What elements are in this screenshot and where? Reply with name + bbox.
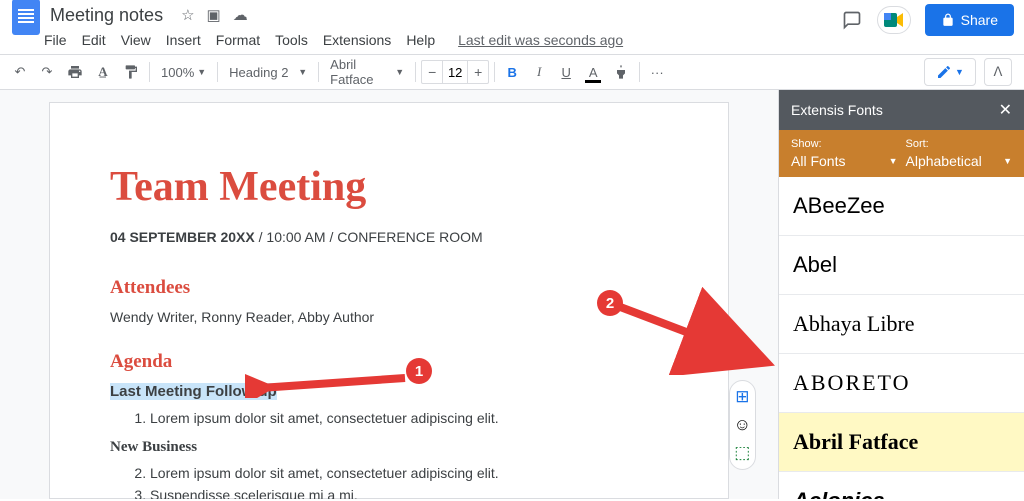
font-select[interactable]: Abril Fatface▼ [324,55,410,89]
suggest-icon[interactable]: ⬚ [734,443,750,463]
page-title: Team Meeting [110,163,668,211]
subheading-newbusiness: New Business [110,439,668,456]
menu-edit[interactable]: Edit [82,32,106,48]
fontsize-input[interactable] [442,61,468,83]
extensis-sidebar: Extensis Fonts ✕ Show: All Fonts▼ Sort: … [778,90,1024,499]
sort-filter[interactable]: Sort: Alphabetical▼ [906,138,1013,169]
show-filter[interactable]: Show: All Fonts▼ [791,138,898,169]
highlight-button[interactable] [608,59,634,85]
document-page[interactable]: Team Meeting 04 SEPTEMBER 20XX / 10:00 A… [49,102,729,499]
print-button[interactable] [62,59,88,85]
page-subtitle: 04 SEPTEMBER 20XX / 10:00 AM / CONFERENC… [110,229,668,245]
attendees-heading: Attendees [110,277,668,299]
list-item: Lorem ipsum dolor sit amet, consectetuer… [150,462,668,484]
reactions-bar: ⊞ ☺ ⬚ [729,380,756,470]
last-edit-link[interactable]: Last edit was seconds ago [458,32,623,48]
fontsize-decrease[interactable]: − [422,64,442,80]
star-icon[interactable]: ☆ [181,6,194,24]
spellcheck-button[interactable]: A̲ [91,59,115,85]
menu-help[interactable]: Help [406,32,435,48]
annotation-badge-2: 2 [597,290,623,316]
menu-view[interactable]: View [121,32,151,48]
meet-icon[interactable] [877,6,911,34]
text-color-button[interactable]: A [581,59,605,85]
menu-file[interactable]: File [44,32,67,48]
paint-format-button[interactable] [118,59,144,85]
font-item-abril[interactable]: Abril Fatface [779,413,1024,472]
underline-button[interactable]: U [554,59,578,85]
font-item-aclonica[interactable]: Aclonica [779,472,1024,499]
zoom-select[interactable]: 100%▼ [155,63,212,82]
list-item: Lorem ipsum dolor sit amet, consectetuer… [150,407,668,429]
redo-button[interactable]: ↷ [35,59,59,85]
menu-tools[interactable]: Tools [275,32,308,48]
italic-button[interactable]: I [527,59,551,85]
emoji-icon[interactable]: ☺ [734,415,751,435]
docs-logo-icon[interactable] [12,0,40,35]
subheading-followup: Last Meeting Follow-up [110,383,668,401]
agenda-heading: Agenda [110,351,668,373]
close-icon[interactable]: ✕ [999,100,1012,120]
bold-button[interactable]: B [500,59,524,85]
list-item: Suspendisse scelerisque mi a mi. [150,484,668,499]
menu-format[interactable]: Format [216,32,260,48]
fontsize-control[interactable]: − + [421,60,489,84]
editing-mode-button[interactable]: ▼ [924,58,976,86]
add-comment-icon[interactable]: ⊞ [735,387,749,407]
annotation-badge-1: 1 [406,358,432,384]
font-item-abhaya[interactable]: Abhaya Libre [779,295,1024,354]
font-item-abeezee[interactable]: ABeeZee [779,177,1024,236]
comments-icon[interactable] [841,9,863,31]
fontsize-increase[interactable]: + [468,64,488,80]
collapse-button[interactable]: ᐱ [984,58,1012,86]
share-button[interactable]: Share [925,4,1014,36]
attendees-names: Wendy Writer, Ronny Reader, Abby Author [110,309,668,325]
style-select[interactable]: Heading 2▼ [223,63,313,82]
menu-insert[interactable]: Insert [166,32,201,48]
font-item-abel[interactable]: Abel [779,236,1024,295]
font-item-aboreto[interactable]: ABORETO [779,354,1024,413]
menu-extensions[interactable]: Extensions [323,32,391,48]
cloud-icon[interactable]: ☁ [233,6,248,24]
move-icon[interactable]: ▣ [207,6,221,24]
document-title[interactable]: Meeting notes [50,5,163,26]
undo-button[interactable]: ↶ [8,59,32,85]
sidebar-title: Extensis Fonts [791,102,883,118]
more-button[interactable]: ··· [645,59,669,85]
